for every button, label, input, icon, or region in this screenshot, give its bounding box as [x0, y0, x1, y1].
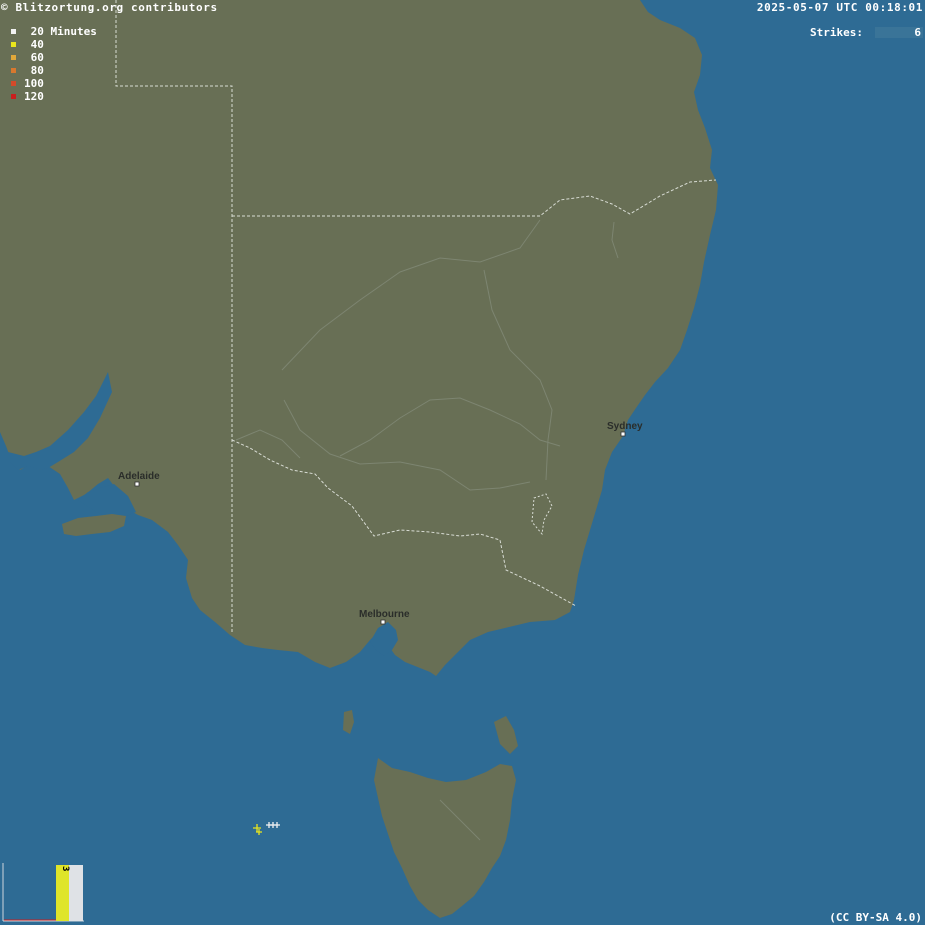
legend-label: 40 — [24, 38, 44, 51]
strikes-value: 6 — [914, 26, 921, 39]
legend-swatch — [11, 94, 16, 99]
copyright-text: © Blitzortung.org contributors — [1, 1, 218, 14]
legend-swatch — [11, 42, 16, 47]
strike-counter: Strikes: 6 — [810, 26, 923, 39]
city-marker-adelaide — [134, 481, 140, 487]
legend-label: 60 — [24, 51, 44, 64]
histogram-count: 3 — [60, 866, 70, 872]
legend-swatch — [11, 68, 16, 73]
city-label-melbourne: Melbourne — [359, 609, 410, 620]
histogram-bar — [56, 865, 69, 921]
legend-swatch — [11, 55, 16, 60]
strikes-label: Strikes: — [810, 26, 863, 39]
legend-label: 20 Minutes — [24, 25, 97, 38]
legend-label: 120 — [24, 90, 44, 103]
legend-swatch — [11, 29, 16, 34]
legend-label: 100 — [24, 77, 44, 90]
city-marker-melbourne — [380, 619, 386, 625]
city-label-adelaide: Adelaide — [118, 471, 160, 482]
timestamp: 2025-05-07 UTC 00:18:01 — [756, 1, 923, 14]
city-label-sydney: Sydney — [607, 421, 643, 432]
license-text: (CC BY-SA 4.0) — [829, 911, 922, 924]
histogram-bar-recent — [69, 865, 83, 921]
legend-label: 80 — [24, 64, 44, 77]
strike-histogram — [2, 863, 84, 922]
city-marker-sydney — [620, 431, 626, 437]
legend-swatch — [11, 81, 16, 86]
map-canvas[interactable] — [0, 0, 925, 925]
